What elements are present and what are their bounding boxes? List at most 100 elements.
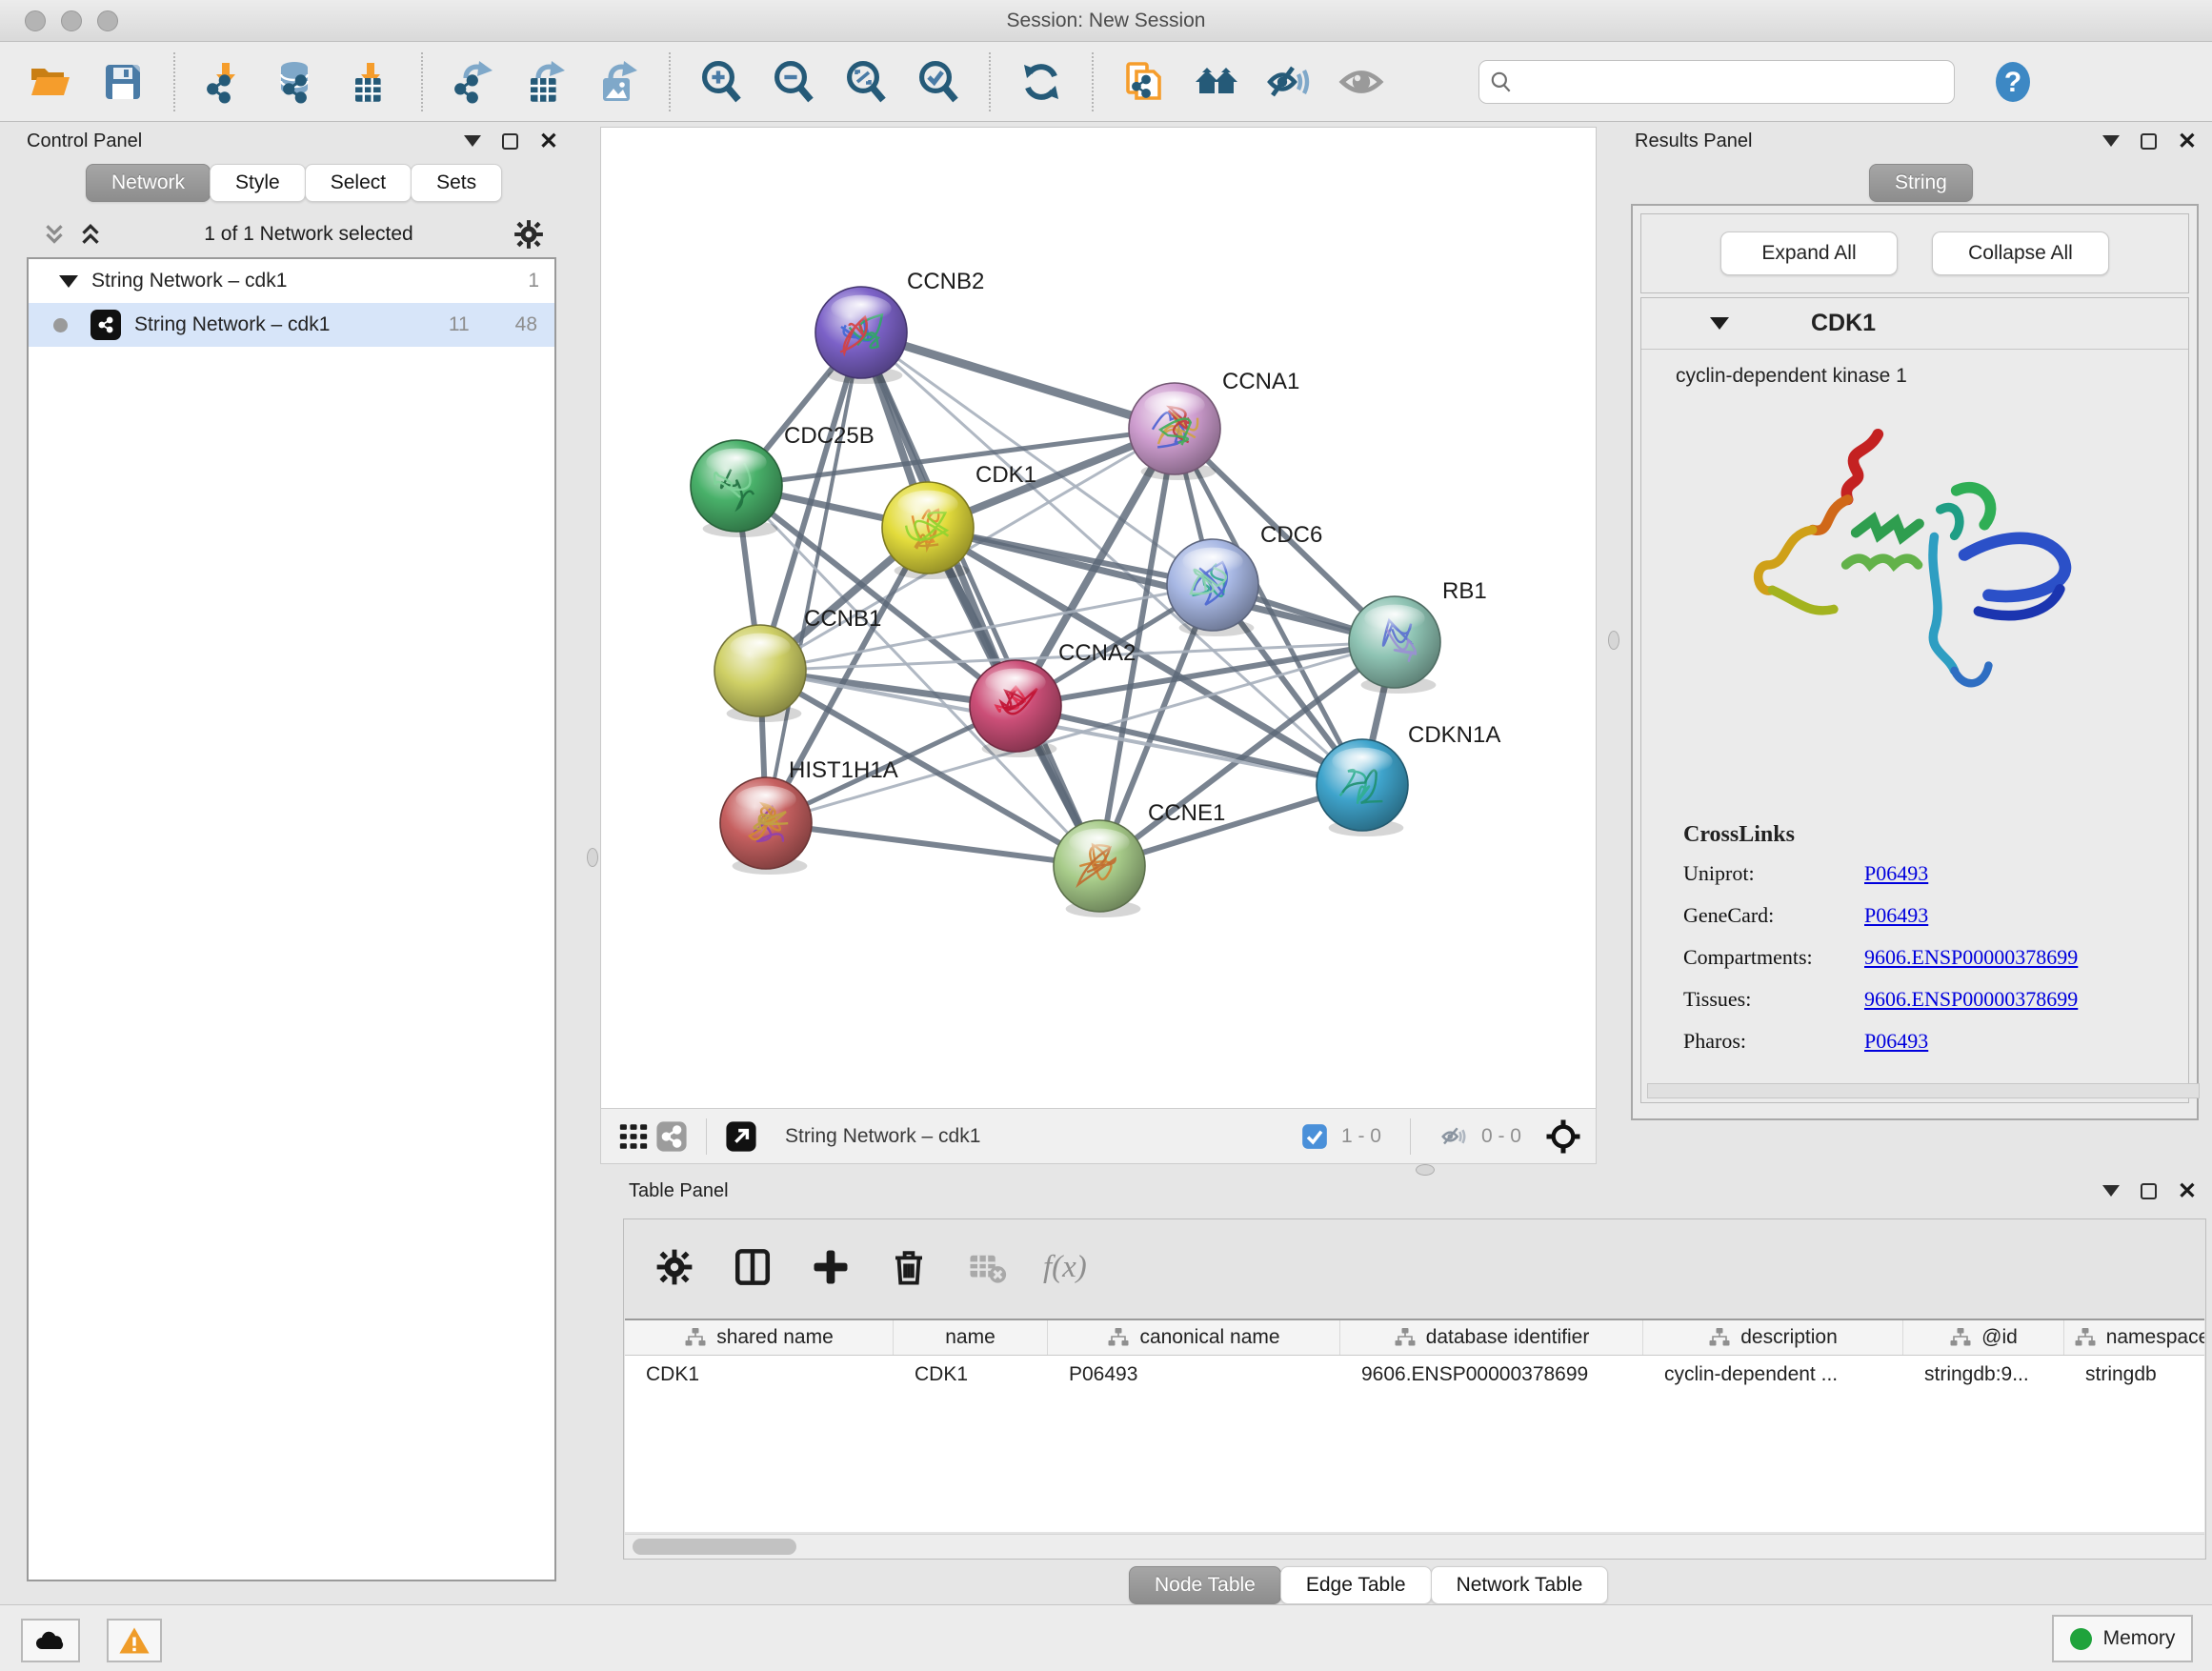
crosslink-link[interactable]: 9606.ENSP00000378699 <box>1864 945 2078 970</box>
tab-edge-table[interactable]: Edge Table <box>1280 1566 1432 1604</box>
tab-network-table[interactable]: Network Table <box>1431 1566 1609 1604</box>
save-session-icon[interactable] <box>99 58 147 106</box>
import-table-icon[interactable] <box>347 58 394 106</box>
hidden-eye-icon[interactable] <box>1439 1122 1468 1151</box>
network-share-icon[interactable] <box>653 1117 691 1156</box>
expand-all-icon[interactable] <box>76 220 105 249</box>
export-network-icon[interactable] <box>450 58 497 106</box>
panel-collapse-icon[interactable] <box>2102 1185 2120 1197</box>
zoom-out-icon[interactable] <box>770 58 817 106</box>
refresh-icon[interactable] <box>1017 58 1065 106</box>
table-header-row[interactable]: shared namename canonical name database … <box>625 1320 2204 1356</box>
delete-column-icon[interactable] <box>887 1245 931 1289</box>
tab-network[interactable]: Network <box>86 164 211 202</box>
first-neighbors-icon[interactable] <box>1193 58 1240 106</box>
table-cell[interactable]: 9606.ENSP00000378699 <box>1340 1356 1643 1394</box>
tab-sets[interactable]: Sets <box>411 164 502 202</box>
network-node-ccnb1[interactable]: CCNB1 <box>714 606 881 722</box>
search-input[interactable] <box>1521 70 1944 92</box>
network-node-hist1h1a[interactable]: HIST1H1A <box>720 757 898 875</box>
crosslink-link[interactable]: P06493 <box>1864 903 1928 928</box>
crosslink-link[interactable]: P06493 <box>1864 1029 1928 1054</box>
birds-eye-view-icon[interactable] <box>614 1117 653 1156</box>
table-gear-icon[interactable] <box>653 1245 696 1289</box>
table-cell[interactable]: stringdb <box>2064 1356 2204 1394</box>
zoom-in-icon[interactable] <box>697 58 745 106</box>
panel-close-icon[interactable]: ✕ <box>2178 133 2197 150</box>
hide-selected-icon[interactable] <box>1265 58 1313 106</box>
network-collection-row[interactable]: String Network – cdk1 1 <box>29 259 554 303</box>
column-header--id[interactable]: @id <box>1903 1320 2064 1355</box>
panel-float-icon[interactable] <box>2141 133 2157 150</box>
table-panel: Table Panel ✕ <box>617 1174 2212 1599</box>
table-cell[interactable]: CDK1 <box>625 1356 894 1394</box>
panel-collapse-icon[interactable] <box>464 135 481 147</box>
table-cell[interactable]: P06493 <box>1048 1356 1340 1394</box>
export-image-icon[interactable] <box>594 58 642 106</box>
column-header-database-identifier[interactable]: database identifier <box>1340 1320 1643 1355</box>
panel-collapse-icon[interactable] <box>2102 135 2120 147</box>
import-network-icon[interactable] <box>202 58 250 106</box>
node-table[interactable]: shared namename canonical name database … <box>625 1319 2204 1532</box>
collapse-all-icon[interactable] <box>40 220 69 249</box>
minimize-window-button[interactable] <box>61 10 82 31</box>
gene-collapse-caret-icon[interactable] <box>1710 317 1729 330</box>
column-header-namespace[interactable]: namespace <box>2064 1320 2204 1355</box>
help-button[interactable]: ? <box>1989 58 2037 106</box>
right-splitter-handle[interactable] <box>1608 631 1619 650</box>
search-box[interactable] <box>1478 60 1955 104</box>
table-cell[interactable]: stringdb:9... <box>1903 1356 2064 1394</box>
string-network-graph[interactable]: CCNB2CCNA1CDC25BCDK1CDC6RB1CCNB1CCNA2CDK… <box>601 128 1596 1107</box>
show-columns-icon[interactable] <box>731 1245 774 1289</box>
zoom-fit-icon[interactable] <box>842 58 890 106</box>
tab-string[interactable]: String <box>1869 164 1973 202</box>
tab-style[interactable]: Style <box>210 164 306 202</box>
window-controls[interactable] <box>25 10 118 31</box>
column-header-description[interactable]: description <box>1643 1320 1903 1355</box>
memory-button[interactable]: Memory <box>2052 1615 2193 1662</box>
column-header-canonical-name[interactable]: canonical name <box>1048 1320 1340 1355</box>
cloud-status-button[interactable] <box>21 1619 80 1662</box>
fit-content-crosshair-icon[interactable] <box>1544 1117 1582 1156</box>
table-cell[interactable]: CDK1 <box>894 1356 1048 1394</box>
table-horizontal-scrollbar[interactable] <box>625 1534 2204 1559</box>
import-database-icon[interactable] <box>274 58 322 106</box>
zoom-window-button[interactable] <box>97 10 118 31</box>
network-row-selected[interactable]: String Network – cdk1 11 48 <box>29 303 554 347</box>
tree-expand-caret-icon[interactable] <box>59 275 78 288</box>
zoom-selected-icon[interactable] <box>915 58 962 106</box>
open-in-window-icon[interactable] <box>722 1117 760 1156</box>
network-edge[interactable] <box>766 823 1099 866</box>
network-edge[interactable] <box>861 332 1175 429</box>
show-all-icon[interactable] <box>1337 58 1385 106</box>
tab-select[interactable]: Select <box>305 164 412 202</box>
scrollbar-thumb[interactable] <box>633 1539 796 1555</box>
network-node-rb1[interactable]: RB1 <box>1349 578 1487 694</box>
open-file-icon[interactable] <box>27 58 74 106</box>
gear-icon[interactable] <box>513 218 545 251</box>
panel-float-icon[interactable] <box>2141 1183 2157 1199</box>
network-canvas[interactable]: CCNB2CCNA1CDC25BCDK1CDC6RB1CCNB1CCNA2CDK… <box>600 127 1597 1108</box>
panel-close-icon[interactable]: ✕ <box>539 133 558 150</box>
network-node-cdk1[interactable]: CDK1 <box>882 462 1036 579</box>
network-edge[interactable] <box>766 332 861 823</box>
expand-all-button[interactable]: Expand All <box>1720 232 1898 275</box>
collapse-all-button[interactable]: Collapse All <box>1932 232 2109 275</box>
table-row[interactable]: CDK1CDK1P064939606.ENSP00000378699cyclin… <box>625 1356 2204 1394</box>
tab-node-table[interactable]: Node Table <box>1129 1566 1281 1604</box>
column-header-shared-name[interactable]: shared name <box>625 1320 894 1355</box>
table-cell[interactable]: cyclin-dependent ... <box>1643 1356 1903 1394</box>
close-window-button[interactable] <box>25 10 46 31</box>
add-column-icon[interactable] <box>809 1245 853 1289</box>
panel-float-icon[interactable] <box>502 133 518 150</box>
clone-network-icon[interactable] <box>1120 58 1168 106</box>
selected-checkbox-icon[interactable] <box>1301 1123 1328 1150</box>
export-table-icon[interactable] <box>522 58 570 106</box>
crosslink-link[interactable]: P06493 <box>1864 861 1928 886</box>
panel-close-icon[interactable]: ✕ <box>2178 1183 2197 1199</box>
warning-button[interactable] <box>107 1619 162 1662</box>
column-header-name[interactable]: name <box>894 1320 1048 1355</box>
left-splitter-handle[interactable] <box>587 848 598 867</box>
network-node-cdkn1a[interactable]: CDKN1A <box>1317 722 1500 836</box>
crosslink-link[interactable]: 9606.ENSP00000378699 <box>1864 987 2078 1012</box>
